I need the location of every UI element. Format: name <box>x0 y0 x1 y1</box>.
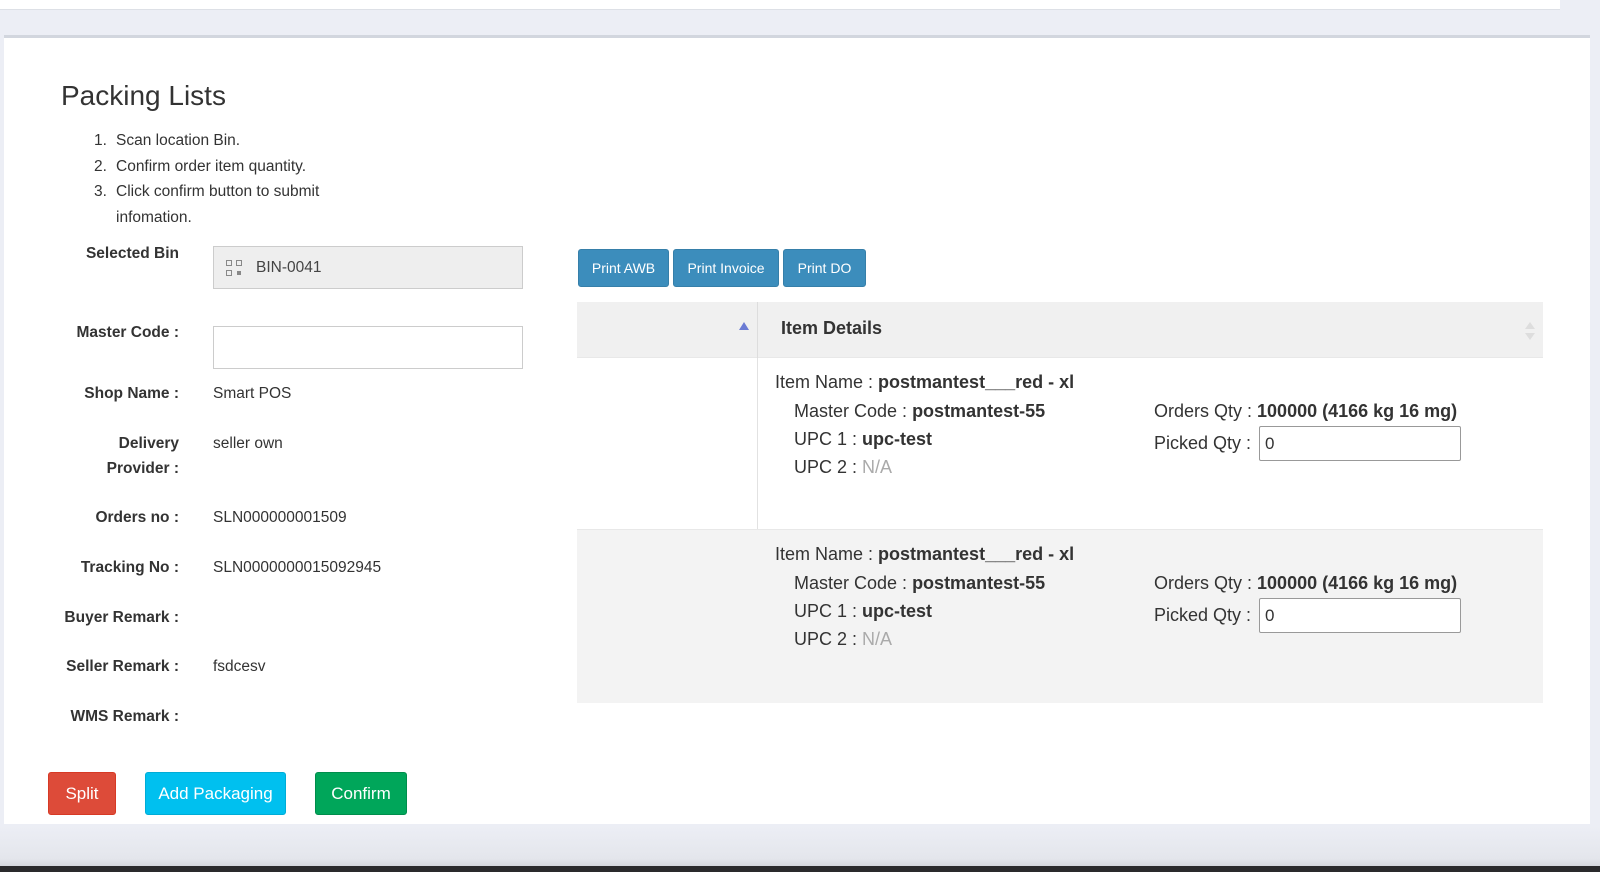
item-name: Item Name : postmantest___red - xl <box>775 372 1075 392</box>
delivery-provider-value: seller own <box>213 435 283 452</box>
shop-name-label: Shop Name : <box>84 385 179 402</box>
instruction-item: 1. Scan location Bin. <box>94 132 241 149</box>
orders-qty: Orders Qty : 100000 (4166 kg 16 mg) <box>1154 401 1458 421</box>
confirm-button[interactable]: Confirm <box>315 772 407 815</box>
selected-bin-value: BIN-0041 <box>256 258 322 276</box>
tracking-no-value: SLN0000000015092945 <box>213 559 382 576</box>
instructions-list: 1. Scan location Bin. 2. Confirm order ite… <box>94 128 354 230</box>
orders-qty: Orders Qty : 100000 (4166 kg 16 mg) <box>1154 573 1458 593</box>
split-button[interactable]: Split <box>48 772 116 815</box>
master-code-label: Master Code : <box>76 324 180 341</box>
instruction-item: 2. Confirm order item quantity. <box>94 157 307 175</box>
instruction-item: 3. Click confirm button to submit infomat… <box>94 183 320 226</box>
wms-remark-label: WMS Remark : <box>70 708 179 725</box>
tracking-no-label: Tracking No : <box>80 559 179 576</box>
table-header: Item Details <box>577 302 1543 358</box>
row-index-cell <box>577 530 758 703</box>
picked-qty-label: Picked Qty : <box>1154 433 1252 453</box>
item-master-code: Master Code : postmantest-55 <box>794 573 1046 593</box>
print-invoice-button[interactable]: Print Invoice <box>673 249 779 287</box>
sort-column-header[interactable] <box>577 302 758 358</box>
add-packaging-button[interactable]: Add Packaging <box>145 772 286 815</box>
bottom-bar <box>0 866 1600 872</box>
seller-remark-value: fsdcesv <box>213 658 266 675</box>
orders-no-value: SLN000000001509 <box>213 509 347 526</box>
page-title: Packing Lists <box>61 80 226 111</box>
table-row: Item Name : postmantest___red - xl Maste… <box>577 530 1543 703</box>
orders-no-label: Orders no : <box>95 509 179 526</box>
table-row: Item Name : postmantest___red - xl Maste… <box>577 358 1543 530</box>
shop-name-value: Smart POS <box>213 385 292 402</box>
item-upc1: UPC 1 : upc-test <box>794 601 933 621</box>
row-index-cell <box>577 358 758 530</box>
item-upc1: UPC 1 : upc-test <box>794 429 933 449</box>
item-name: Item Name : postmantest___red - xl <box>775 544 1075 564</box>
delivery-provider-label: Delivery Provider : <box>106 435 179 477</box>
sort-ascending-icon <box>739 322 749 330</box>
buyer-remark-label: Buyer Remark : <box>64 609 179 626</box>
item-upc2: UPC 2 : N/A <box>794 629 893 649</box>
master-code-input[interactable] <box>213 326 523 369</box>
seller-remark-label: Seller Remark : <box>66 658 179 675</box>
top-panel-edge <box>0 0 1560 10</box>
picked-qty-label: Picked Qty : <box>1154 605 1252 625</box>
print-do-button[interactable]: Print DO <box>783 249 866 287</box>
print-awb-button[interactable]: Print AWB <box>578 249 669 287</box>
selected-bin-field[interactable]: BIN-0041 <box>213 246 523 289</box>
item-master-code: Master Code : postmantest-55 <box>794 401 1046 421</box>
item-details-header[interactable]: Item Details <box>781 318 882 339</box>
qrcode-icon <box>226 259 242 276</box>
picked-qty-input[interactable] <box>1259 426 1461 461</box>
sort-both-icon[interactable] <box>1525 322 1535 340</box>
item-details-table: Item Details Item Name : postmantest___r… <box>577 302 1543 703</box>
item-upc2: UPC 2 : N/A <box>794 457 893 477</box>
selected-bin-label: Selected Bin <box>85 245 179 262</box>
packing-list-panel: Packing Lists 1. Scan location Bin. 2. Con… <box>4 35 1590 824</box>
picked-qty-input[interactable] <box>1259 598 1461 633</box>
